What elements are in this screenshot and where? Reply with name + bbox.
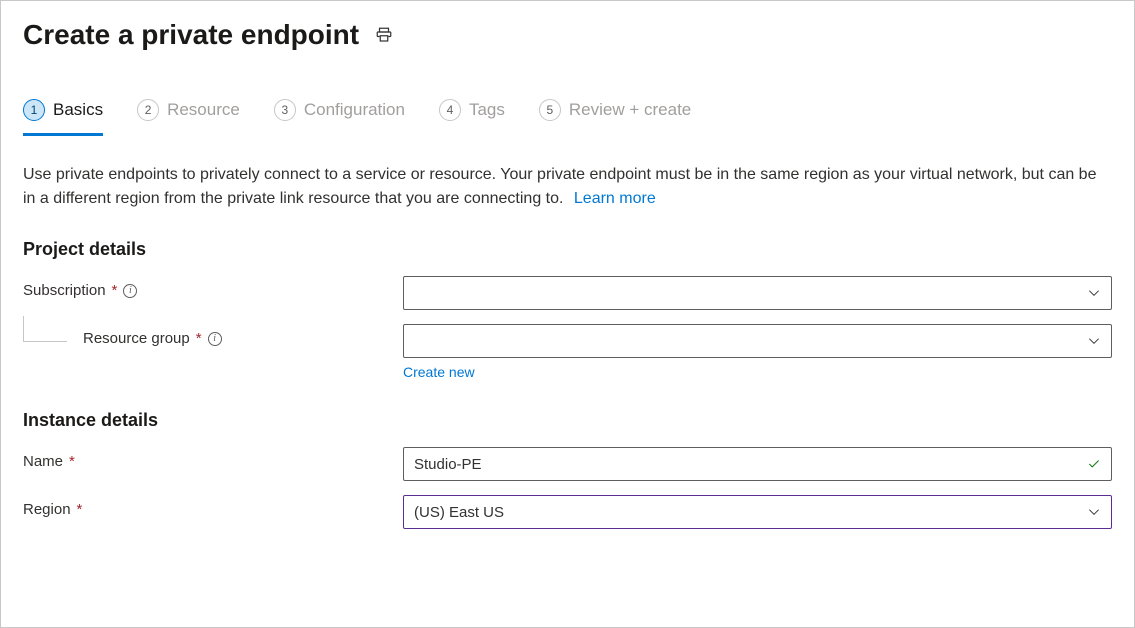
region-label: Region [23,501,71,518]
page-title: Create a private endpoint [23,19,359,51]
info-icon[interactable]: i [208,332,222,346]
chevron-down-icon [1087,286,1101,300]
required-indicator: * [112,282,118,299]
tab-label: Basics [53,100,103,120]
tab-num-icon: 4 [439,99,461,121]
tab-resource[interactable]: 2 Resource [137,99,240,136]
required-indicator: * [69,453,75,470]
required-indicator: * [77,501,83,518]
chevron-down-icon [1087,505,1101,519]
create-new-link[interactable]: Create new [403,364,475,380]
hierarchy-line-icon [23,316,67,342]
chevron-down-icon [1087,334,1101,348]
resource-group-select[interactable] [403,324,1112,358]
tab-num-icon: 5 [539,99,561,121]
subscription-select[interactable] [403,276,1112,310]
name-input[interactable]: Studio-PE [403,447,1112,481]
tab-label: Configuration [304,100,405,120]
tab-label: Tags [469,100,505,120]
tab-num-icon: 2 [137,99,159,121]
name-value: Studio-PE [414,456,482,473]
learn-more-link[interactable]: Learn more [574,190,656,207]
info-icon[interactable]: i [123,284,137,298]
wizard-tabs: 1 Basics 2 Resource 3 Configuration 4 Ta… [23,99,1112,137]
region-value: (US) East US [414,504,504,521]
resource-group-label: Resource group [83,330,190,347]
instance-details-heading: Instance details [23,410,1112,431]
tab-tags[interactable]: 4 Tags [439,99,505,136]
project-details-heading: Project details [23,239,1112,260]
tab-configuration[interactable]: 3 Configuration [274,99,405,136]
tab-num-icon: 3 [274,99,296,121]
tab-basics[interactable]: 1 Basics [23,99,103,136]
tab-num-icon: 1 [23,99,45,121]
tab-label: Review + create [569,100,691,120]
name-label: Name [23,453,63,470]
tab-review-create[interactable]: 5 Review + create [539,99,691,136]
print-icon[interactable] [375,26,393,44]
required-indicator: * [196,330,202,347]
description-text: Use private endpoints to privately conne… [23,163,1112,211]
subscription-label: Subscription [23,282,106,299]
check-icon [1087,457,1101,471]
region-select[interactable]: (US) East US [403,495,1112,529]
tab-label: Resource [167,100,240,120]
